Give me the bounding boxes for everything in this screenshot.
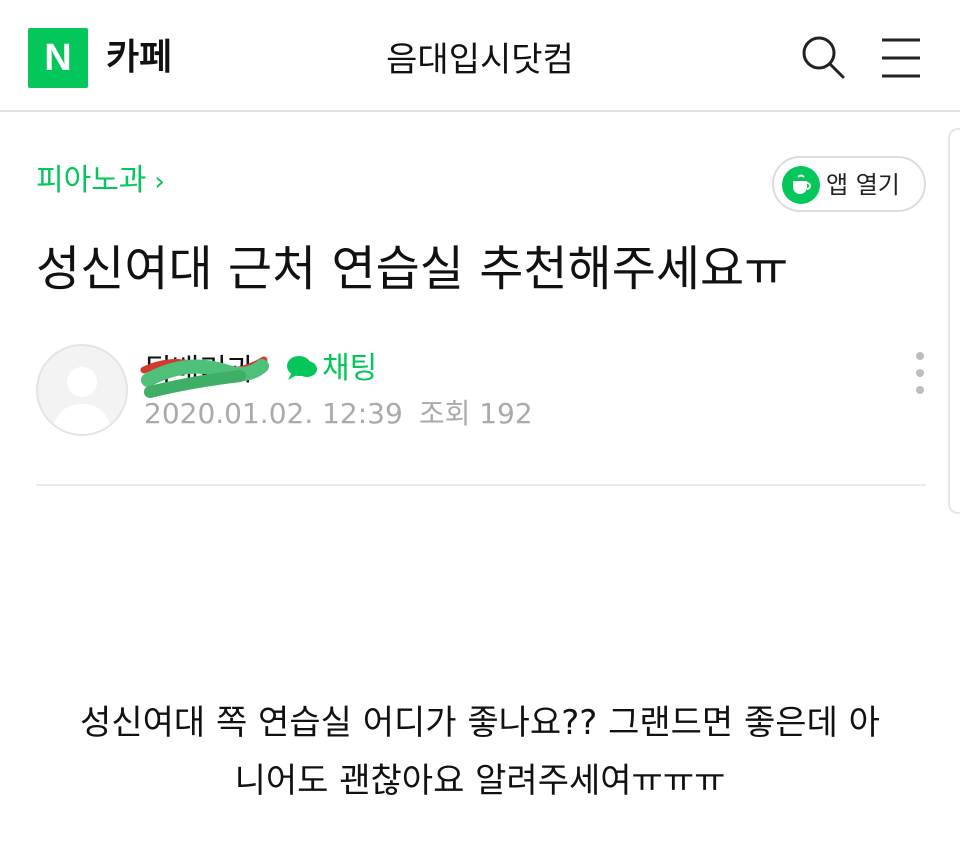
open-app-label: 앱 열기	[826, 171, 900, 199]
menu-button[interactable]	[878, 36, 924, 80]
post-meta: 2020.01.02. 12:39 조회 192	[144, 394, 533, 434]
board-link[interactable]: 피아노과 ›	[36, 158, 165, 205]
post-body-line: 성신여대 쪽 연습실 어디가 좋나요?? 그랜드면 좋은데 아	[80, 703, 880, 743]
naver-logo[interactable]: N	[28, 28, 88, 88]
service-name[interactable]: 카페	[106, 32, 172, 84]
chat-bubble-icon	[287, 356, 317, 380]
cafe-name[interactable]: 음대입시닷컴	[280, 34, 680, 86]
post-body-line: 니어도 괜찮아요 알려주세여ㅠㅠㅠ	[234, 761, 726, 801]
chevron-right-icon: ›	[154, 167, 165, 197]
open-app-button[interactable]: 앱 열기	[772, 156, 926, 212]
search-button[interactable]	[798, 32, 848, 82]
post-body: 성신여대 쪽 연습실 어디가 좋나요?? 그랜드면 좋은데 아 니어도 괜찮아요…	[20, 694, 940, 810]
chat-label: 채팅	[322, 351, 378, 386]
content-divider	[36, 484, 926, 486]
top-header: N 카페 음대입시닷컴	[0, 0, 960, 112]
menu-icon	[882, 38, 920, 78]
post-date: 2020.01.02. 12:39	[144, 397, 403, 430]
search-icon	[802, 36, 845, 79]
view-count: 조회 192	[418, 397, 533, 430]
default-profile-icon	[52, 367, 112, 434]
more-vertical-icon	[916, 352, 924, 394]
post-title: 성신여대 근처 연습실 추천해주세요ㅠ	[36, 241, 789, 297]
cafe-app-icon	[782, 166, 820, 204]
board-name: 피아노과	[36, 163, 147, 198]
author-avatar[interactable]	[36, 344, 128, 436]
more-options-button[interactable]	[908, 350, 932, 396]
chat-button[interactable]: 채팅	[286, 348, 377, 390]
scroll-indicator[interactable]	[948, 128, 960, 514]
